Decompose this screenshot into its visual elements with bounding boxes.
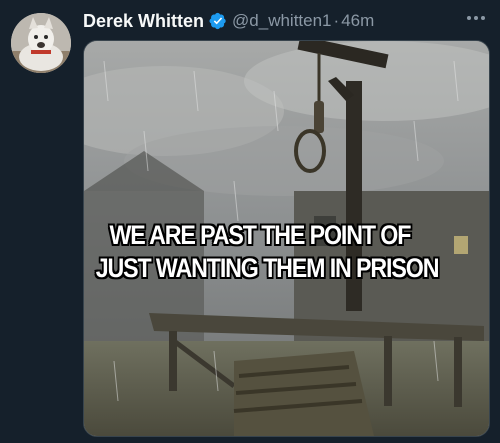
caption-line-2: JUST WANTING THEM IN PRISON <box>95 253 440 283</box>
separator-dot: · <box>333 11 340 30</box>
meme-caption: WE ARE PAST THE POINT OF JUST WANTING TH… <box>94 219 440 285</box>
avatar[interactable] <box>11 13 71 73</box>
tweet-media-image[interactable]: WE ARE PAST THE POINT OF JUST WANTING TH… <box>83 40 490 437</box>
more-options-icon[interactable] <box>462 7 490 29</box>
caption-line-1: WE ARE PAST THE POINT OF <box>109 220 411 250</box>
handle[interactable]: @d_whitten1 <box>232 11 332 31</box>
avatar-image <box>11 13 71 73</box>
timestamp[interactable]: 46m <box>341 11 374 31</box>
verified-badge-icon <box>209 12 227 30</box>
tweet-header: Derek Whitten @d_whitten1 · 46m <box>83 8 488 34</box>
display-name[interactable]: Derek Whitten <box>83 11 204 32</box>
